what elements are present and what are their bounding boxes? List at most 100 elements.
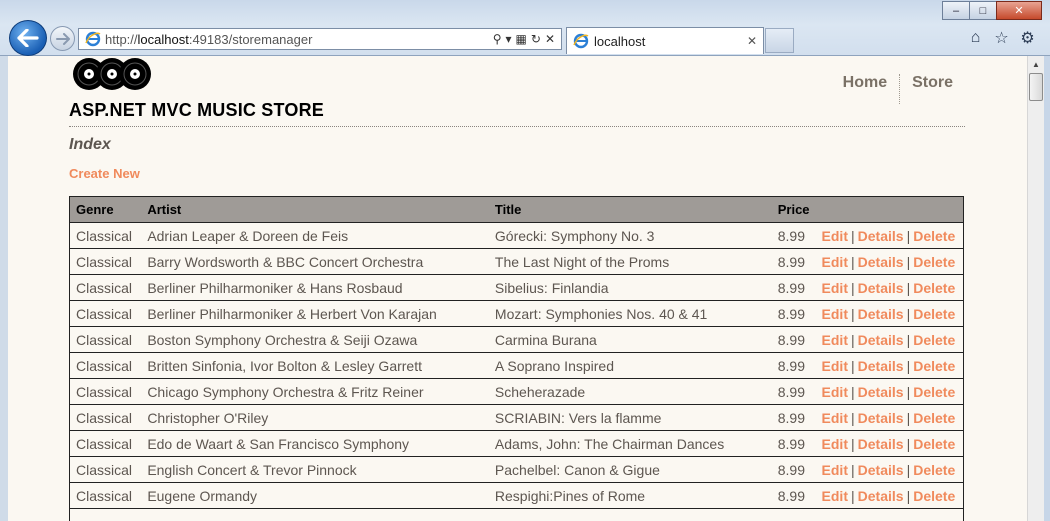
favorites-star-icon[interactable]: ☆ [993, 29, 1010, 47]
cell-genre: Classical [69, 300, 142, 327]
cell-actions: Edit | Details | Delete [815, 404, 964, 431]
delete-link[interactable]: Delete [913, 462, 955, 478]
music-store-logo [73, 58, 151, 90]
cell-artist: Britten Sinfonia, Ivor Bolton & Lesley G… [141, 352, 489, 379]
cell-genre: Classical [69, 430, 142, 457]
table-row: Classical Eugene Ormandy Respighi:Pines of… [69, 482, 964, 509]
separator: | [851, 409, 855, 426]
back-button[interactable] [9, 20, 47, 56]
details-link[interactable]: Details [858, 358, 904, 374]
edit-link[interactable]: Edit [822, 488, 848, 504]
separator: | [906, 409, 911, 426]
details-link[interactable]: Details [858, 488, 904, 504]
separator: | [906, 461, 911, 478]
delete-link[interactable]: Delete [913, 488, 955, 504]
cell-actions: Edit | Details | Delete [815, 378, 964, 405]
edit-link[interactable]: Edit [822, 410, 848, 426]
cell-genre: Classical [69, 404, 142, 431]
home-icon[interactable]: ⌂ [967, 29, 984, 46]
separator: | [906, 305, 911, 322]
separator: | [906, 487, 911, 504]
delete-link[interactable]: Delete [913, 332, 955, 348]
cell-artist: Berliner Philharmoniker & Hans Rosbaud [141, 274, 489, 301]
delete-link[interactable]: Delete [913, 410, 955, 426]
details-link[interactable]: Details [858, 410, 904, 426]
details-link[interactable]: Details [858, 384, 904, 400]
refresh-icon[interactable]: ↻ [531, 32, 541, 46]
cell-price: 8.99 [771, 222, 816, 249]
separator: | [906, 435, 911, 452]
ie-favicon-icon [85, 31, 101, 47]
search-icon[interactable]: ⚲ [493, 32, 502, 46]
dropdown-icon[interactable]: ▾ [506, 32, 512, 46]
cell-artist: Adrian Leaper & Doreen de Feis [141, 222, 489, 249]
details-link[interactable]: Details [858, 280, 904, 296]
cell-title: Adams, John: The Chairman Dances [488, 430, 772, 457]
settings-gear-icon[interactable]: ⚙ [1019, 29, 1036, 47]
cell-title: Respighi:Pines of Rome [488, 482, 772, 509]
new-tab-button[interactable] [765, 28, 794, 53]
details-link[interactable]: Details [858, 228, 904, 244]
browser-chrome: – □ ✕ http://localhost:49183/storemanage… [0, 0, 1050, 56]
delete-link[interactable]: Delete [913, 228, 955, 244]
vertical-scrollbar[interactable]: ▲ [1027, 56, 1044, 521]
cell-genre: Classical [69, 456, 142, 483]
table-row: Classical Adrian Leaper & Doreen de Feis G… [69, 222, 964, 249]
delete-link[interactable]: Delete [913, 436, 955, 452]
separator: | [851, 253, 855, 270]
cell-artist: Berliner Philharmoniker & Herbert Von Ka… [141, 300, 489, 327]
maximize-button[interactable]: □ [969, 1, 997, 20]
cell-title: Sibelius: Finlandia [488, 274, 772, 301]
delete-link[interactable]: Delete [913, 384, 955, 400]
edit-link[interactable]: Edit [822, 280, 848, 296]
delete-link[interactable]: Delete [913, 254, 955, 270]
edit-link[interactable]: Edit [822, 436, 848, 452]
address-bar[interactable]: http://localhost:49183/storemanager ⚲ ▾ … [78, 28, 562, 50]
edit-link[interactable]: Edit [822, 306, 848, 322]
delete-link[interactable]: Delete [913, 306, 955, 322]
edit-link[interactable]: Edit [822, 228, 848, 244]
edit-link[interactable]: Edit [822, 254, 848, 270]
scroll-up-arrow-icon[interactable]: ▲ [1028, 56, 1044, 72]
details-link[interactable]: Details [858, 254, 904, 270]
minimize-button[interactable]: – [942, 1, 970, 20]
cell-genre: Classical [69, 248, 142, 275]
cell-price: 8.99 [771, 430, 816, 457]
cell-genre: Classical [69, 222, 142, 249]
edit-link[interactable]: Edit [822, 332, 848, 348]
forward-button[interactable] [50, 26, 75, 51]
close-window-button[interactable]: ✕ [996, 1, 1042, 20]
main-nav: Home Store [831, 74, 965, 104]
details-link[interactable]: Details [858, 332, 904, 348]
nav-home-link[interactable]: Home [831, 74, 899, 104]
address-url[interactable]: http://localhost:49183/storemanager [105, 32, 312, 47]
separator: | [851, 487, 855, 504]
details-link[interactable]: Details [858, 306, 904, 322]
nav-store-link[interactable]: Store [899, 74, 965, 104]
compatibility-view-icon[interactable]: ▦ [516, 32, 527, 46]
edit-link[interactable]: Edit [822, 358, 848, 374]
cell-genre: Classical [69, 274, 142, 301]
cell-artist: Eugene Ormandy [141, 482, 489, 509]
delete-link[interactable]: Delete [913, 280, 955, 296]
scrollbar-thumb[interactable] [1029, 73, 1043, 101]
edit-link[interactable]: Edit [822, 462, 848, 478]
separator: | [851, 279, 855, 296]
table-row [69, 508, 964, 521]
close-tab-icon[interactable]: ✕ [747, 34, 757, 48]
cell-price: 8.99 [771, 456, 816, 483]
details-link[interactable]: Details [858, 462, 904, 478]
column-header-title: Title [488, 196, 772, 223]
browser-tab[interactable]: localhost ✕ [566, 27, 764, 54]
cell-artist: Edo de Waart & San Francisco Symphony [141, 430, 489, 457]
details-link[interactable]: Details [858, 436, 904, 452]
page-viewport: ASP.NET MVC MUSIC STORE Home Store Index… [8, 56, 1027, 521]
page-heading: Index [69, 136, 111, 153]
stop-icon[interactable]: ✕ [545, 32, 555, 46]
url-scheme: http:// [105, 31, 138, 47]
table-header-row: Genre Artist Title Price [69, 196, 964, 223]
edit-link[interactable]: Edit [822, 384, 848, 400]
create-new-link[interactable]: Create New [69, 166, 140, 181]
delete-link[interactable]: Delete [913, 358, 955, 374]
cell-genre: Classical [69, 352, 142, 379]
